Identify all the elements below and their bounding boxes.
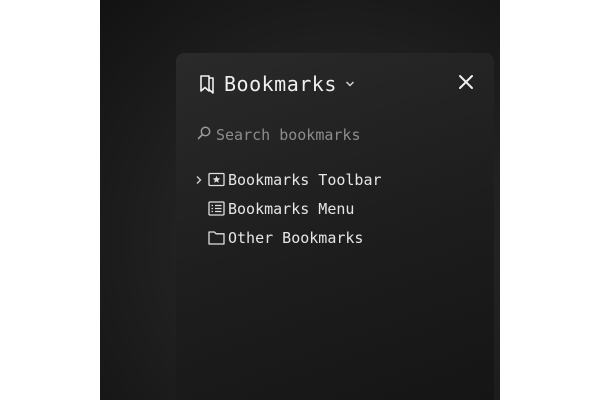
tree-item-bookmarks-toolbar[interactable]: Bookmarks Toolbar <box>190 165 480 194</box>
tree-item-other-bookmarks[interactable]: Other Bookmarks <box>190 223 480 252</box>
bookmarks-icon <box>198 74 216 94</box>
search-icon <box>196 125 212 145</box>
sidebar-title: Bookmarks <box>224 72 337 96</box>
folder-icon <box>208 230 228 245</box>
search-bar <box>196 124 476 146</box>
close-icon <box>458 74 474 94</box>
tree-item-label: Bookmarks Toolbar <box>228 170 382 189</box>
star-folder-icon <box>208 172 228 187</box>
tree-item-label: Other Bookmarks <box>228 228 364 247</box>
tree-item-bookmarks-menu[interactable]: Bookmarks Menu <box>190 194 480 223</box>
tree-item-label: Bookmarks Menu <box>228 199 355 218</box>
chevron-down-icon <box>345 80 355 88</box>
bookmarks-tree: Bookmarks Toolbar Bookmarks Menu Other B… <box>190 165 480 252</box>
list-icon <box>208 201 228 216</box>
sidebar-switcher[interactable]: Bookmarks <box>198 70 355 98</box>
close-sidebar-button[interactable] <box>455 73 477 95</box>
search-bookmarks-input[interactable] <box>216 126 456 144</box>
chevron-right-icon[interactable] <box>190 175 208 185</box>
